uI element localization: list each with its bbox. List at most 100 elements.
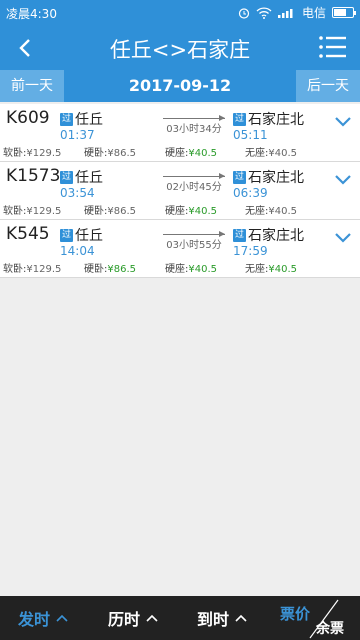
arrow-icon [163,115,225,121]
sort-duration-label: 历时 [108,610,141,629]
fare-label: 硬座: [165,148,189,159]
fare-label: 软卧: [3,206,27,217]
pass-badge: 过 [233,228,246,242]
sort-arrival-label: 到时 [197,610,230,629]
fare-label: 硬座: [165,264,189,275]
train-number: K545 [6,224,50,244]
pass-badge: 过 [60,170,73,184]
sort-price-remaining-button[interactable]: 票价 余票 [276,596,360,640]
fare-value: ¥40.5 [268,148,298,159]
pass-badge: 过 [60,228,73,242]
fare-label: 硬卧: [84,148,108,159]
arrival-time: 05:11 [233,128,268,142]
menu-icon[interactable] [318,34,348,60]
departure-time: 14:04 [60,244,95,258]
fare-value: ¥40.5 [188,206,218,217]
train-row[interactable]: K609 过任丘 01:37 03小时34分 过石家庄北 05:11 软卧:¥1… [0,104,360,162]
fare-value: ¥40.5 [188,148,218,159]
fare-value: ¥129.5 [26,148,62,159]
train-list: K609 过任丘 01:37 03小时34分 过石家庄北 05:11 软卧:¥1… [0,104,360,278]
signal-icon [277,9,293,18]
back-button[interactable] [10,33,40,63]
fare-value: ¥86.5 [107,206,137,217]
fare-value: ¥129.5 [26,264,62,275]
arrival-station-name: 石家庄北 [248,228,304,244]
page-title: 任丘<>石家庄 [109,38,251,62]
arrival-station-name: 石家庄北 [248,170,304,186]
fare-hard-sleeper: 硬卧:¥86.5 [84,144,136,159]
arrow-icon [163,231,225,237]
arrival-station: 过石家庄北 [233,109,304,129]
arrival-time: 06:39 [233,186,268,200]
sort-bar: 发时 历时 到时 票价 余票 [0,596,360,640]
train-number: K1573 [6,166,61,186]
sort-remaining-label: 余票 [316,621,344,637]
sort-departure-button[interactable]: 发时 [18,596,68,640]
pass-badge: 过 [233,170,246,184]
fare-standing: 无座:¥40.5 [245,260,297,275]
chevron-down-icon[interactable] [334,174,352,186]
status-time: 凌晨4:30 [6,7,57,21]
trip-duration: 02小时45分 [163,172,225,193]
fare-standing: 无座:¥40.5 [245,202,297,217]
duration-text: 02小时45分 [164,182,224,193]
arrival-station: 过石家庄北 [233,167,304,187]
train-number: K609 [6,108,50,128]
fare-soft-sleeper: 软卧:¥129.5 [3,260,61,275]
alarm-icon [238,7,250,19]
fare-soft-sleeper: 软卧:¥129.5 [3,202,61,217]
fare-hard-seat: 硬座:¥40.5 [165,144,217,159]
fare-hard-seat: 硬座:¥40.5 [165,260,217,275]
fare-label: 无座: [245,264,269,275]
fare-standing: 无座:¥40.5 [245,144,297,159]
battery-icon [332,7,356,18]
departure-station: 过任丘 [60,225,103,245]
carrier-label: 电信 [301,6,326,20]
fare-label: 软卧: [3,148,27,159]
title-bar: 任丘<>石家庄 [0,25,360,70]
fare-soft-sleeper: 软卧:¥129.5 [3,144,61,159]
departure-station-name: 任丘 [75,170,103,186]
next-day-button[interactable]: 后一天 [296,70,360,102]
arrival-time: 17:59 [233,244,268,258]
prev-day-button[interactable]: 前一天 [0,70,64,102]
trip-duration: 03小时55分 [163,230,225,251]
sort-duration-button[interactable]: 历时 [108,596,158,640]
arrival-station-name: 石家庄北 [248,112,304,128]
duration-text: 03小时34分 [164,124,224,135]
chevron-down-icon[interactable] [334,232,352,244]
departure-time: 03:54 [60,186,95,200]
fare-value: ¥86.5 [107,264,137,275]
fare-hard-sleeper: 硬卧:¥86.5 [84,260,136,275]
back-icon [19,39,30,57]
sort-arrival-button[interactable]: 到时 [197,596,247,640]
trip-duration: 03小时34分 [163,114,225,135]
wifi-icon [256,6,272,19]
train-row[interactable]: K1573 过任丘 03:54 02小时45分 过石家庄北 06:39 软卧:¥… [0,162,360,220]
sort-departure-label: 发时 [18,610,51,629]
departure-time: 01:37 [60,128,95,142]
departure-station-name: 任丘 [75,112,103,128]
fare-value: ¥86.5 [107,148,137,159]
fare-hard-sleeper: 硬卧:¥86.5 [84,202,136,217]
chevron-down-icon[interactable] [334,116,352,128]
travel-date[interactable]: 2017-09-12 [64,70,296,102]
fare-label: 软卧: [3,264,27,275]
status-bar: 凌晨4:30 电信 [0,0,360,25]
fare-label: 硬卧: [84,264,108,275]
caret-up-icon [235,614,247,622]
caret-up-icon [56,614,68,622]
fare-hard-seat: 硬座:¥40.5 [165,202,217,217]
fare-label: 无座: [245,148,269,159]
caret-up-icon [146,614,158,622]
train-row[interactable]: K545 过任丘 14:04 03小时55分 过石家庄北 17:59 软卧:¥1… [0,220,360,278]
fare-value: ¥40.5 [188,264,218,275]
fare-value: ¥40.5 [268,264,298,275]
duration-text: 03小时55分 [164,240,224,251]
arrow-icon [163,173,225,179]
fare-label: 无座: [245,206,269,217]
fare-value: ¥40.5 [268,206,298,217]
fare-label: 硬座: [165,206,189,217]
arrival-station: 过石家庄北 [233,225,304,245]
departure-station: 过任丘 [60,167,103,187]
